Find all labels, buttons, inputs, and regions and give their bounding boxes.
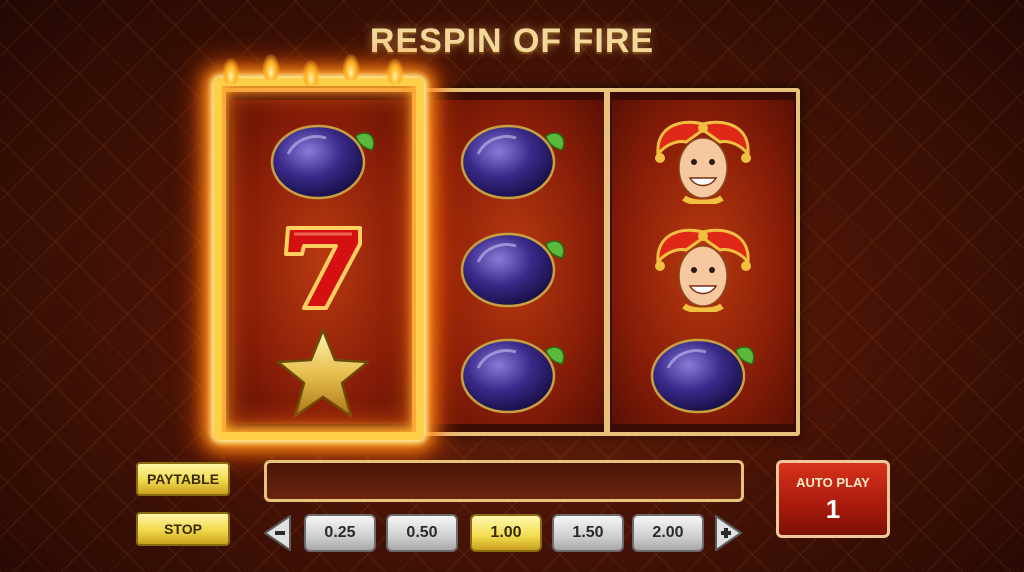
autoplay-count: 1 [825,494,841,524]
plum-icon [458,222,568,312]
autoplay-button[interactable]: AUTO PLAY 1 [776,460,890,538]
paytable-button[interactable]: PAYTABLE [136,462,230,496]
jester-icon [648,114,758,204]
plum-icon [648,328,758,418]
reel-3 [612,100,794,424]
reel-divider [604,92,610,432]
star-icon [268,328,378,418]
game-title: RESPIN OF FIRE [369,22,655,60]
reel-2 [422,100,604,424]
plum-icon [458,328,568,418]
flame-icon [302,60,320,86]
reels-frame [222,88,800,436]
increase-bet-button[interactable] [714,514,744,552]
plum-icon [268,114,378,204]
minus-arrow-icon [264,515,291,551]
flame-icon [386,58,404,84]
stop-button[interactable]: STOP [136,512,230,546]
bet-option[interactable]: 2.00 [632,514,704,552]
message-bar [264,460,744,502]
bet-option-selected[interactable]: 1.00 [470,514,542,552]
plus-arrow-icon [715,515,742,551]
reel-1 [232,100,414,424]
reel-divider [412,92,418,432]
autoplay-label: AUTO PLAY [796,475,870,490]
plum-icon [458,114,568,204]
bet-option[interactable]: 1.50 [552,514,624,552]
decrease-bet-button[interactable] [262,514,292,552]
bet-option[interactable]: 0.25 [304,514,376,552]
flame-icon [222,58,240,84]
seven-icon [268,222,378,312]
jester-icon [648,222,758,312]
bet-option[interactable]: 0.50 [386,514,458,552]
